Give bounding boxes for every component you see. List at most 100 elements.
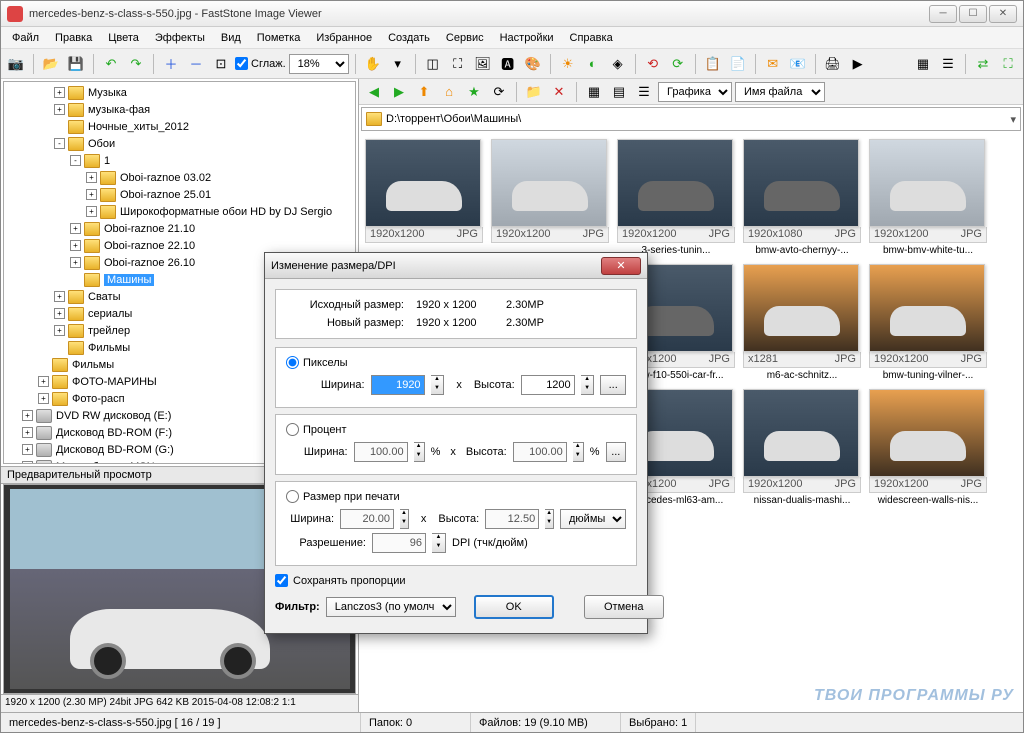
menu-Сервис[interactable]: Сервис bbox=[439, 30, 491, 46]
tree-item[interactable]: +Oboi-raznoe 21.10 bbox=[6, 220, 353, 237]
print-radio[interactable]: Размер при печати bbox=[286, 490, 626, 503]
dpi-input[interactable] bbox=[372, 533, 426, 553]
resize-icon[interactable]: ⛶ bbox=[447, 53, 469, 75]
rotate-left-icon[interactable]: ↶ bbox=[100, 53, 122, 75]
open-icon[interactable]: 📂 bbox=[40, 53, 62, 75]
menu-Вид[interactable]: Вид bbox=[214, 30, 248, 46]
view-list-icon[interactable]: ☰ bbox=[937, 53, 959, 75]
compare-icon[interactable]: ⇄ bbox=[972, 53, 994, 75]
keep-aspect-checkbox[interactable]: Сохранять пропорции bbox=[275, 574, 637, 587]
tree-item[interactable]: +Музыка bbox=[6, 84, 353, 101]
thumbnail[interactable]: 1920x1080JPGbmw-avto-chernyy-... bbox=[743, 139, 861, 256]
menu-Настройки[interactable]: Настройки bbox=[493, 30, 561, 46]
view-small-icon[interactable]: ▤ bbox=[608, 81, 630, 103]
tree-expander-icon[interactable]: + bbox=[54, 291, 65, 302]
email-icon[interactable]: ✉ bbox=[762, 53, 784, 75]
delete-icon[interactable]: ✕ bbox=[548, 81, 570, 103]
view-large-icon[interactable]: ▦ bbox=[583, 81, 605, 103]
percent-radio[interactable]: Процент bbox=[286, 423, 626, 436]
minimize-button[interactable]: ─ bbox=[929, 5, 957, 23]
print-icon[interactable]: 🖨 bbox=[822, 53, 844, 75]
close-button[interactable]: ✕ bbox=[989, 5, 1017, 23]
thumbnail[interactable]: 1920x1200JPGbmw-tuning-vilner-... bbox=[869, 264, 987, 381]
thumbnail[interactable]: 1920x1200JPGwidescreen-walls-nis... bbox=[869, 389, 987, 506]
tree-expander-icon[interactable]: + bbox=[86, 172, 97, 183]
acquire-icon[interactable]: 📷 bbox=[5, 53, 27, 75]
dropdown-icon[interactable]: ▾ bbox=[387, 53, 409, 75]
maximize-button[interactable]: ☐ bbox=[959, 5, 987, 23]
menu-Файл[interactable]: Файл bbox=[5, 30, 46, 46]
zoom-fit-icon[interactable]: ⊡ bbox=[210, 53, 232, 75]
thumbnail[interactable]: x1281JPGm6-ac-schnitz... bbox=[743, 264, 861, 381]
new-folder-icon[interactable]: 📁 bbox=[523, 81, 545, 103]
view-thumb-icon[interactable]: ▦ bbox=[912, 53, 934, 75]
forward-icon[interactable]: ▶ bbox=[388, 81, 410, 103]
menu-Правка[interactable]: Правка bbox=[48, 30, 99, 46]
hand-icon[interactable]: ✋ bbox=[362, 53, 384, 75]
crop-icon[interactable]: ◫ bbox=[422, 53, 444, 75]
width-print-input[interactable] bbox=[340, 509, 394, 529]
paste-icon[interactable]: 📄 bbox=[727, 53, 749, 75]
dialog-close-button[interactable]: ✕ bbox=[601, 257, 641, 275]
refresh-icon[interactable]: ⟳ bbox=[488, 81, 510, 103]
mail-icon[interactable]: 📧 bbox=[787, 53, 809, 75]
text-icon[interactable]: 🅰 bbox=[497, 53, 519, 75]
adjust-icon[interactable]: 🎨 bbox=[522, 53, 544, 75]
menu-Создать[interactable]: Создать bbox=[381, 30, 437, 46]
unit-combo[interactable]: дюймы bbox=[560, 509, 626, 529]
thumbnail[interactable]: 1920x1200JPG bbox=[365, 139, 483, 256]
fullscreen-icon[interactable]: ⛶ bbox=[997, 53, 1019, 75]
back-icon[interactable]: ◀ bbox=[363, 81, 385, 103]
height-print-input[interactable] bbox=[485, 509, 539, 529]
brightness-icon[interactable]: ☀ bbox=[557, 53, 579, 75]
zoom-combo[interactable]: 18% bbox=[289, 54, 349, 74]
zoom-out-icon[interactable]: － bbox=[185, 53, 207, 75]
home-icon[interactable]: ⌂ bbox=[438, 81, 460, 103]
menu-Справка[interactable]: Справка bbox=[563, 30, 620, 46]
clone-icon[interactable]: 🖼 bbox=[472, 53, 494, 75]
copy-icon[interactable]: 📋 bbox=[702, 53, 724, 75]
menu-Эффекты[interactable]: Эффекты bbox=[148, 30, 212, 46]
group-combo[interactable]: Графика bbox=[658, 82, 732, 102]
tree-expander-icon[interactable]: + bbox=[22, 410, 33, 421]
width-px-input[interactable] bbox=[371, 375, 425, 395]
pixels-radio[interactable]: Пикселы bbox=[286, 356, 626, 369]
height-px-input[interactable] bbox=[521, 375, 575, 395]
tree-expander-icon[interactable]: - bbox=[54, 138, 65, 149]
height-pct-input[interactable] bbox=[513, 442, 567, 462]
thumbnail[interactable]: 1920x1200JPG bbox=[491, 139, 609, 256]
tree-item[interactable]: -1 bbox=[6, 152, 353, 169]
thumbnail[interactable]: 1920x1200JPG3-series-tunin... bbox=[617, 139, 735, 256]
sharpen-icon[interactable]: ◈ bbox=[607, 53, 629, 75]
sort-combo[interactable]: Имя файла bbox=[735, 82, 825, 102]
filter-combo[interactable]: Lanczos3 (по умолч.) bbox=[326, 597, 456, 617]
pct-preset-button[interactable]: ... bbox=[606, 442, 626, 462]
fav-icon[interactable]: ★ bbox=[463, 81, 485, 103]
tree-item[interactable]: +Широкоформатные обои HD by DJ Sergio bbox=[6, 203, 353, 220]
tree-expander-icon[interactable]: + bbox=[70, 257, 81, 268]
width-pct-input[interactable] bbox=[354, 442, 408, 462]
height-spinner[interactable]: ▲▼ bbox=[581, 375, 595, 395]
up-icon[interactable]: ⬆ bbox=[413, 81, 435, 103]
tree-expander-icon[interactable]: + bbox=[54, 325, 65, 336]
tree-expander-icon[interactable]: + bbox=[54, 87, 65, 98]
path-dropdown-icon[interactable]: ▾ bbox=[1010, 113, 1016, 126]
tree-expander-icon[interactable]: + bbox=[54, 308, 65, 319]
tree-item[interactable]: +Oboi-raznoe 03.02 bbox=[6, 169, 353, 186]
slideshow-icon[interactable]: ▶ bbox=[847, 53, 869, 75]
tree-expander-icon[interactable]: + bbox=[22, 444, 33, 455]
tree-expander-icon[interactable]: + bbox=[86, 189, 97, 200]
view-detail-icon[interactable]: ☰ bbox=[633, 81, 655, 103]
rotate-right-icon[interactable]: ↷ bbox=[125, 53, 147, 75]
save-icon[interactable]: 💾 bbox=[65, 53, 87, 75]
tree-expander-icon[interactable]: + bbox=[22, 461, 33, 464]
preset-button[interactable]: ... bbox=[600, 375, 626, 395]
tree-expander-icon[interactable]: + bbox=[70, 223, 81, 234]
undo-icon[interactable]: ⟲ bbox=[642, 53, 664, 75]
width-spinner[interactable]: ▲▼ bbox=[431, 375, 445, 395]
tree-expander-icon[interactable]: + bbox=[54, 104, 65, 115]
tree-expander-icon[interactable]: - bbox=[70, 155, 81, 166]
tree-item[interactable]: +Oboi-raznoe 25.01 bbox=[6, 186, 353, 203]
tree-expander-icon[interactable]: + bbox=[86, 206, 97, 217]
color-icon[interactable]: ◐ bbox=[582, 53, 604, 75]
